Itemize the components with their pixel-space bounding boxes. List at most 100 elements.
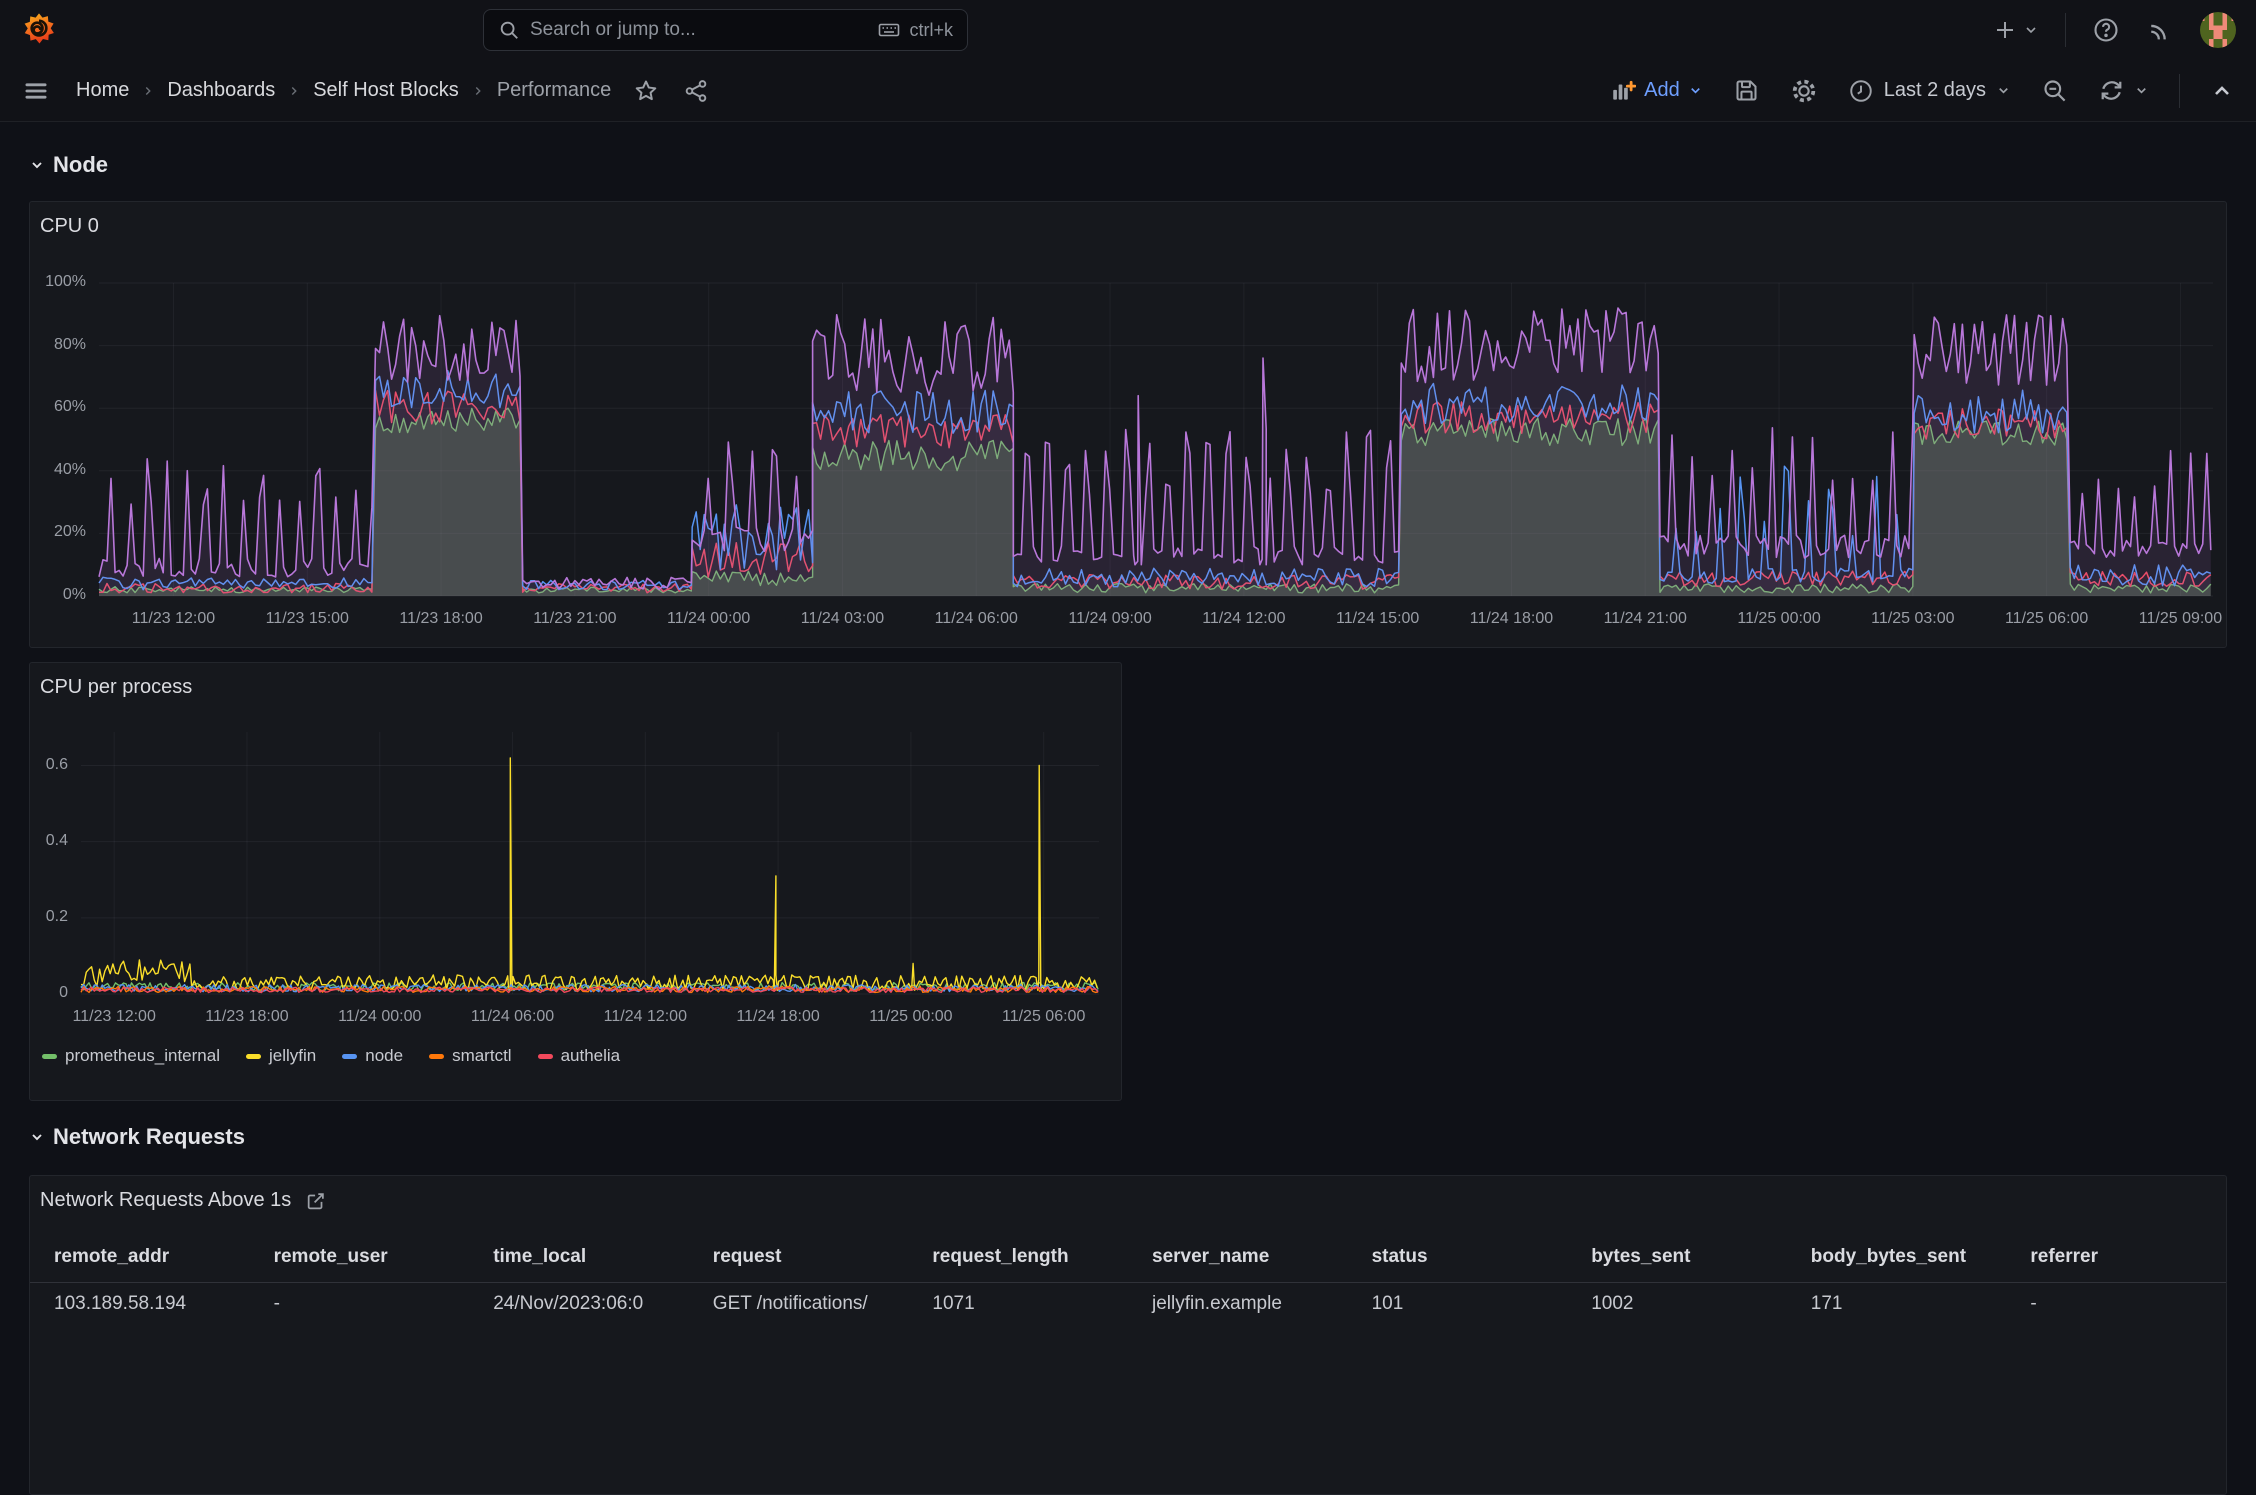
- column-header-status[interactable]: status: [1348, 1234, 1568, 1282]
- x-axis-tick-label: 11/24 15:00: [1335, 610, 1420, 627]
- y-axis-tick-label: 0%: [62, 586, 86, 603]
- x-axis-tick-label: 11/25 00:00: [869, 1008, 953, 1025]
- keyboard-icon: [877, 18, 901, 42]
- share-icon[interactable]: [683, 78, 709, 104]
- news-rss-icon[interactable]: [2146, 16, 2174, 44]
- panel-cpu0[interactable]: CPU 0 0% 20% 40% 60% 80% 100% 11/23 12:00 11/23…: [29, 201, 2227, 648]
- x-axis-tick-label: 11/24 09:00: [1068, 610, 1152, 627]
- panel-network-requests-table[interactable]: Network Requests Above 1s remote_addr rem…: [29, 1175, 2227, 1495]
- table-cell-remote_addr: 103.189.58.194: [54, 1293, 187, 1314]
- column-header-time_local[interactable]: time_local: [469, 1234, 689, 1282]
- dashboard-toolbar: Home Dashboards Self Host Blocks Performanc…: [0, 60, 2256, 122]
- table-cell-request: GET /notifications/: [712, 1293, 868, 1314]
- x-axis-tick-label: 11/23 12:00: [72, 1008, 156, 1025]
- breadcrumb-item[interactable]: Performance: [497, 79, 612, 102]
- legend-item-node[interactable]: node: [342, 1046, 403, 1066]
- row-network-requests[interactable]: Network Requests: [29, 1124, 245, 1150]
- column-header-request[interactable]: request: [689, 1234, 909, 1282]
- save-dashboard-icon[interactable]: [1733, 77, 1760, 104]
- legend-label: smartctl: [452, 1046, 512, 1065]
- topbar-divider: [2065, 13, 2066, 47]
- network-requests-table: remote_addr remote_user time_local request r…: [30, 1234, 2226, 1325]
- x-axis-tick-label: 11/25 00:00: [1737, 610, 1821, 627]
- y-axis-tick-label: 0.6: [45, 755, 68, 773]
- search-shortcut: ctrl+k: [877, 18, 953, 42]
- legend-item-smartctl[interactable]: smartctl: [429, 1046, 512, 1066]
- chevron-right-icon: [471, 84, 485, 98]
- search-icon: [498, 19, 520, 41]
- toolbar-divider: [2179, 73, 2180, 108]
- legend-label: jellyfin: [268, 1046, 317, 1065]
- user-avatar[interactable]: [2200, 12, 2236, 48]
- table-cell-bytes_sent: 1002: [1591, 1293, 1634, 1314]
- favorite-star-icon[interactable]: [633, 78, 659, 104]
- y-axis-tick-label: 80%: [53, 335, 86, 353]
- y-axis-tick-label: 0.2: [45, 907, 68, 925]
- x-axis-tick-label: 11/25 03:00: [1871, 610, 1955, 627]
- breadcrumb-item[interactable]: Home: [76, 79, 129, 102]
- help-icon[interactable]: [2092, 16, 2120, 44]
- column-header-bytes_sent[interactable]: bytes_sent: [1567, 1234, 1787, 1282]
- dashboard-canvas: Node CPU 0 0% 20% 40% 60% 80% 100% 11/23 12:00…: [0, 123, 2256, 1495]
- column-header-server_name[interactable]: server_name: [1128, 1234, 1348, 1282]
- search-placeholder: Search or jump to...: [530, 19, 696, 40]
- y-axis-tick-label: 0: [59, 984, 68, 1001]
- column-header-remote_addr[interactable]: remote_addr: [30, 1234, 250, 1282]
- x-axis-tick-label: 11/24 06:00: [934, 610, 1018, 627]
- table-cell-request_length: 1071: [932, 1293, 975, 1314]
- series-line-jellyfin: [81, 757, 1098, 991]
- new-dashboard-button[interactable]: [1993, 18, 2039, 42]
- x-axis-tick-label: 11/23 21:00: [533, 610, 617, 627]
- y-axis-tick-label: 100%: [45, 273, 86, 290]
- table-cell-remote_user: -: [273, 1293, 280, 1314]
- x-axis-tick-label: 11/25 06:00: [2004, 610, 2089, 627]
- add-label: Add: [1644, 79, 1680, 101]
- column-header-remote_user[interactable]: remote_user: [250, 1234, 470, 1282]
- grafana-logo[interactable]: [20, 11, 58, 49]
- x-axis-tick-label: 11/24 18:00: [736, 1008, 820, 1025]
- chart-legend: prometheus_internal jellyfin node smartctl a…: [42, 1046, 620, 1066]
- time-range-picker[interactable]: Last 2 days: [1848, 78, 2011, 104]
- cpu_per_process-chart[interactable]: [30, 663, 1121, 1100]
- dashboard-settings-gear-icon[interactable]: [1790, 77, 1818, 105]
- x-axis-tick-label: 11/24 00:00: [666, 610, 751, 627]
- cpu0-chart[interactable]: [30, 202, 2226, 647]
- y-axis-tick-label: 0.4: [45, 831, 68, 849]
- breadcrumb-item[interactable]: Self Host Blocks: [313, 79, 459, 102]
- column-header-request_length[interactable]: request_length: [908, 1234, 1128, 1282]
- table-cell-body_bytes_sent: 171: [1810, 1293, 1843, 1314]
- breadcrumb-item[interactable]: Dashboards: [167, 79, 275, 102]
- legend-item-authelia[interactable]: authelia: [537, 1046, 620, 1066]
- zoom-out-icon[interactable]: [2041, 77, 2068, 104]
- section-title: Network Requests: [53, 1124, 245, 1149]
- legend-swatch: [245, 1053, 261, 1059]
- x-axis-tick-label: 11/24 12:00: [603, 1008, 687, 1025]
- chevron-down-icon: [1688, 83, 1703, 98]
- table-cell-referrer: -: [2030, 1293, 2037, 1314]
- add-panel-button[interactable]: Add: [1610, 78, 1703, 104]
- search-input[interactable]: Search or jump to... ctrl+k: [483, 9, 968, 51]
- x-axis-tick-label: 11/24 00:00: [338, 1008, 422, 1025]
- x-axis-tick-label: 11/23 12:00: [131, 610, 216, 627]
- row-node[interactable]: Node: [29, 152, 108, 178]
- table-cell-time_local: 24/Nov/2023:06:0: [493, 1293, 644, 1314]
- panel-title: Network Requests Above 1s: [40, 1189, 327, 1212]
- column-header-body_bytes_sent[interactable]: body_bytes_sent: [1787, 1234, 2007, 1282]
- menu-hamburger-icon[interactable]: [22, 77, 50, 105]
- x-axis-tick-label: 11/25 06:00: [1002, 1008, 1086, 1025]
- legend-label: prometheus_internal: [65, 1046, 220, 1065]
- legend-swatch: [42, 1053, 57, 1059]
- legend-item-prometheus_internal[interactable]: prometheus_internal: [42, 1046, 220, 1066]
- x-axis-tick-label: 11/24 18:00: [1469, 610, 1554, 627]
- legend-label: node: [365, 1046, 404, 1065]
- external-link-icon[interactable]: [305, 1190, 327, 1212]
- legend-swatch: [429, 1053, 445, 1059]
- legend-item-jellyfin[interactable]: jellyfin: [245, 1046, 317, 1066]
- x-axis-tick-label: 11/23 18:00: [205, 1008, 289, 1025]
- refresh-icon[interactable]: [2098, 77, 2149, 104]
- y-axis-tick-label: 40%: [53, 460, 86, 478]
- collapse-chevron-up-icon[interactable]: [2210, 79, 2234, 103]
- column-header-referrer[interactable]: referrer: [2006, 1234, 2226, 1282]
- breadcrumb: Home Dashboards Self Host Blocks Performanc…: [76, 79, 611, 102]
- panel-cpu-per-process[interactable]: CPU per process 0 0.2 0.4 0.6 11/23 12:00 11/…: [29, 662, 1122, 1101]
